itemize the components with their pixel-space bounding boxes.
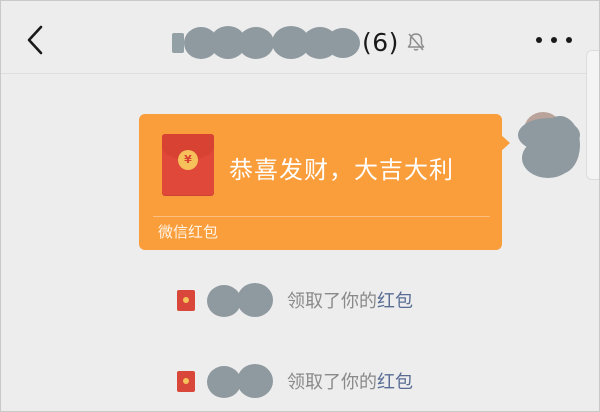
avatar[interactable] xyxy=(518,112,580,178)
more-options-button[interactable] xyxy=(536,30,572,50)
red-packet-label: 微信红包 xyxy=(158,223,219,241)
red-packet-greeting: 恭喜发财，大吉大利 xyxy=(229,156,454,184)
chevron-left-icon xyxy=(27,25,43,55)
member-count: (6) xyxy=(362,27,399,57)
red-packet-link[interactable]: 红包 xyxy=(377,287,413,313)
name-redacted xyxy=(207,283,287,317)
system-notice: 领取了你的 红包 xyxy=(177,283,413,317)
group-name-redacted xyxy=(172,25,360,59)
red-packet-link[interactable]: 红包 xyxy=(377,368,413,394)
notice-text: 领取了你的 xyxy=(287,372,377,393)
system-notice: 领取了你的 红包 xyxy=(177,364,413,398)
name-redacted xyxy=(207,364,287,398)
chat-title: (6) xyxy=(172,22,427,62)
red-packet-message[interactable]: ¥ 恭喜发财，大吉大利 微信红包 xyxy=(139,114,502,250)
red-envelope-icon xyxy=(177,289,195,311)
more-dots-icon xyxy=(536,37,542,43)
bubble-tail xyxy=(500,134,510,152)
red-envelope-icon xyxy=(177,370,195,392)
divider xyxy=(153,216,490,217)
bell-muted-icon xyxy=(407,33,425,51)
back-button[interactable] xyxy=(20,22,50,58)
side-handle[interactable] xyxy=(586,50,600,180)
red-envelope-icon: ¥ xyxy=(162,134,214,196)
notice-text: 领取了你的 xyxy=(287,291,377,312)
chat-header: (6) xyxy=(0,0,600,74)
